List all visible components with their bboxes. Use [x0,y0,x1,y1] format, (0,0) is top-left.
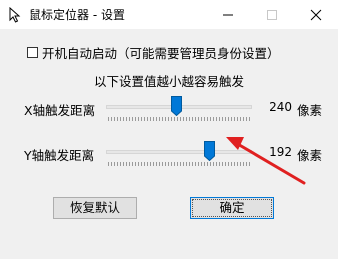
settings-panel: 开机自动启动（可能需要管理员身份设置） 以下设置值越小越容易触发 X轴触发距离 … [0,29,338,259]
window-title: 鼠标定位器 - 设置 [29,8,125,22]
y-distance-value: 192 [269,145,292,159]
autostart-option[interactable]: 开机自动启动（可能需要管理员身份设置） [27,43,280,62]
y-distance-label: Y轴触发距离 [24,148,95,163]
reset-defaults-button[interactable]: 恢复默认 [53,197,137,219]
x-distance-slider[interactable] [104,91,254,125]
slider-track [106,150,252,154]
mouse-pointer-icon [9,7,21,23]
maximize-button[interactable] [250,0,294,29]
x-distance-label: X轴触发距离 [24,103,96,118]
hint-text: 以下设置值越小越容易触发 [93,74,244,89]
x-distance-unit: 像素 [297,103,323,118]
minimize-button[interactable] [206,0,250,29]
ok-button[interactable]: 确定 [190,197,274,219]
slider-ticks [108,117,250,121]
close-button[interactable] [294,0,338,29]
maximize-icon [267,10,277,20]
slider-thumb[interactable] [204,141,215,161]
autostart-label[interactable]: 开机自动启动（可能需要管理员身份设置） [42,43,280,62]
settings-window: 鼠标定位器 - 设置 开机自动启动（可能需要管理员身份设置） 以下设置值越小越容… [0,0,338,259]
minimize-icon [223,14,233,16]
close-icon [310,9,322,21]
y-distance-unit: 像素 [297,148,323,163]
y-distance-slider[interactable] [104,136,254,170]
slider-ticks [108,162,250,166]
autostart-checkbox[interactable] [27,47,38,58]
slider-thumb[interactable] [171,96,182,116]
title-bar[interactable]: 鼠标定位器 - 设置 [0,0,338,29]
x-distance-value: 240 [269,100,292,114]
